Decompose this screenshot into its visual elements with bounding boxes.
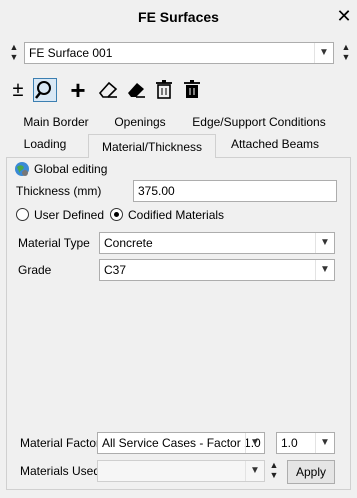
title-bar: FE Surfaces ✕ (0, 0, 357, 34)
radio-user-defined[interactable] (16, 208, 29, 221)
surface-select[interactable]: FE Surface 001 ▼ (24, 42, 334, 64)
thickness-input[interactable]: 375.00 (133, 180, 337, 202)
apply-button[interactable]: Apply (287, 460, 335, 484)
material-type-select[interactable]: Concrete ▼ (99, 232, 335, 254)
material-type-value: Concrete (104, 236, 153, 250)
toolbar: ± + (6, 77, 216, 104)
thickness-label: Thickness (mm) (16, 184, 102, 198)
eraser-icon[interactable] (96, 78, 120, 102)
radio-user-defined-label[interactable]: User Defined (34, 206, 104, 224)
chevron-down-icon[interactable]: ▼ (315, 260, 334, 280)
factor-select[interactable]: 1.0 ▼ (276, 432, 335, 454)
factor-value: 1.0 (281, 436, 298, 450)
global-editing-label: Global editing (34, 162, 108, 176)
chevron-down-icon[interactable]: ▼ (315, 233, 334, 253)
search-icon[interactable] (33, 78, 57, 102)
eraser-filled-icon[interactable] (124, 78, 148, 102)
chevron-down-icon[interactable]: ▼ (245, 433, 264, 453)
materials-used-spinner[interactable]: ▲ ▼ (268, 460, 280, 482)
tab-openings[interactable]: Openings (104, 111, 176, 133)
surface-spinner[interactable]: ▲ ▼ (8, 42, 20, 64)
material-factor-value: All Service Cases - Factor 1.0 (102, 436, 261, 450)
close-icon[interactable]: ✕ (334, 6, 354, 26)
globe-icon (14, 161, 30, 177)
delete-all-icon[interactable] (180, 78, 204, 102)
delete-icon[interactable] (152, 78, 176, 102)
spin-up-icon[interactable]: ▲ (268, 460, 280, 470)
chevron-down-icon[interactable]: ▼ (245, 461, 264, 481)
spin-up-icon[interactable]: ▲ (8, 42, 20, 52)
grade-select[interactable]: C37 ▼ (99, 259, 335, 281)
add-icon[interactable]: + (66, 77, 90, 103)
chevron-down-icon[interactable]: ▼ (314, 43, 333, 63)
tab-edge-support-conditions[interactable]: Edge/Support Conditions (184, 111, 334, 133)
radio-codified-materials[interactable] (110, 208, 123, 221)
tab-attached-beams[interactable]: Attached Beams (220, 133, 330, 155)
thickness-value: 375.00 (138, 184, 175, 198)
material-factor-select[interactable]: All Service Cases - Factor 1.0 ▼ (97, 432, 265, 454)
spin-down-icon[interactable]: ▼ (340, 52, 352, 62)
spin-down-icon[interactable]: ▼ (8, 52, 20, 62)
materials-used-label: Materials Used (20, 464, 101, 478)
tab-material-thickness[interactable]: Material/Thickness (88, 134, 216, 158)
chevron-down-icon[interactable]: ▼ (315, 433, 334, 453)
material-type-label: Material Type (18, 236, 90, 250)
grade-value: C37 (104, 263, 127, 277)
window-title: FE Surfaces (138, 9, 219, 25)
surface-spinner-right[interactable]: ▲ ▼ (340, 42, 352, 64)
material-factor-label: Material Factor (20, 436, 101, 450)
tab-loading[interactable]: Loading (14, 133, 76, 155)
spin-down-icon[interactable]: ▼ (268, 470, 280, 480)
surface-select-value: FE Surface 001 (29, 46, 113, 60)
spin-up-icon[interactable]: ▲ (340, 42, 352, 52)
radio-codified-materials-label[interactable]: Codified Materials (128, 206, 224, 224)
grade-label: Grade (18, 263, 52, 277)
materials-used-select[interactable]: ▼ (97, 460, 265, 482)
tab-main-border[interactable]: Main Border (14, 111, 98, 133)
plus-minus-icon[interactable]: ± (6, 78, 30, 102)
